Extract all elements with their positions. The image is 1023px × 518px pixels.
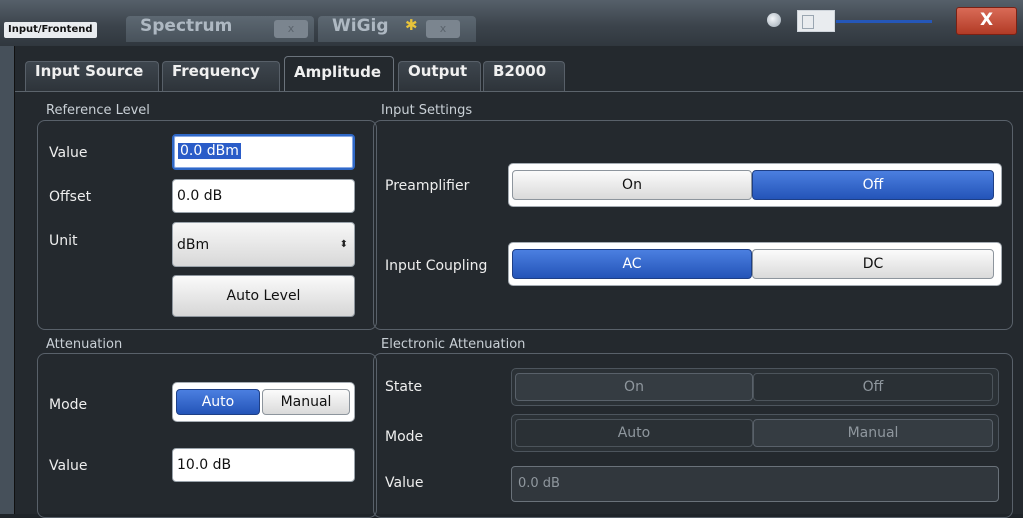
tab-divider [15, 91, 1023, 92]
preamplifier-on-option[interactable]: On [512, 170, 752, 200]
chevron-updown-icon: ⬍ [339, 239, 348, 250]
ea-state-toggle: On Off [511, 368, 999, 406]
background-strip [0, 46, 14, 514]
att-mode-label: Mode [49, 397, 88, 413]
coupling-dc-option[interactable]: DC [752, 249, 994, 279]
attenuation-group [37, 353, 377, 518]
ref-unit-value: dBm [177, 237, 210, 253]
ref-value-label: Value [49, 145, 88, 161]
ref-level-value-text: 0.0 dBm [178, 143, 241, 159]
tab-b2000[interactable]: B2000 [483, 61, 565, 92]
close-icon[interactable]: x [274, 20, 308, 38]
ref-level-offset-field[interactable]: 0.0 dB [172, 179, 355, 213]
tab-spectrum-label: Spectrum [140, 16, 233, 36]
input-settings-title: Input Settings [381, 103, 473, 118]
ea-value-field[interactable]: 0.0 dB [511, 466, 999, 502]
ref-offset-label: Offset [49, 189, 92, 205]
ea-mode-auto-option[interactable]: Auto [515, 419, 753, 447]
att-value-label: Value [49, 458, 88, 474]
attenuation-title: Attenuation [46, 337, 123, 352]
input-coupling-label: Input Coupling [385, 258, 488, 274]
preamplifier-off-option[interactable]: Off [752, 170, 994, 200]
att-mode-toggle: Auto Manual [172, 382, 355, 422]
tab-amplitude[interactable]: Amplitude [284, 56, 394, 92]
auto-level-button[interactable]: Auto Level [172, 275, 355, 317]
close-icon[interactable]: x [426, 20, 460, 38]
window-restore-icon[interactable] [797, 10, 835, 32]
ref-unit-label: Unit [49, 233, 78, 249]
indicator-icon[interactable] [767, 13, 781, 27]
tab-frequency[interactable]: Frequency [162, 61, 280, 92]
window-close-button[interactable]: X [956, 7, 1017, 35]
tab-spectrum[interactable]: Spectrum x [126, 16, 314, 42]
att-value-field[interactable]: 10.0 dB [172, 448, 355, 482]
ea-mode-manual-option[interactable]: Manual [753, 419, 993, 447]
amplitude-dialog: Input Source Frequency Amplitude Output … [14, 46, 1023, 518]
ea-state-label: State [385, 379, 423, 395]
tab-input-source[interactable]: Input Source [25, 61, 159, 92]
dialog-tab-bar: Input Source Frequency Amplitude Output … [15, 56, 1023, 92]
ref-level-value-field[interactable]: 0.0 dBm [172, 134, 355, 170]
ea-mode-toggle: Auto Manual [511, 414, 999, 452]
reference-level-title: Reference Level [46, 103, 150, 118]
preamplifier-toggle: On Off [508, 163, 1002, 207]
ea-mode-label: Mode [385, 429, 424, 445]
ref-unit-select[interactable]: dBm ⬍ [172, 222, 355, 267]
ea-state-off-option[interactable]: Off [753, 373, 993, 401]
input-coupling-toggle: AC DC [508, 242, 1002, 286]
window-titlebar: Input/Frontend Spectrum x WiGig ✱ x X [0, 0, 1023, 46]
input-frontend-tag: Input/Frontend [4, 22, 97, 38]
level-slider[interactable] [836, 20, 932, 23]
tab-output[interactable]: Output [398, 61, 481, 92]
tab-wigig[interactable]: WiGig ✱ x [318, 16, 476, 42]
att-mode-manual-option[interactable]: Manual [262, 389, 350, 415]
tab-wigig-label: WiGig [332, 16, 389, 36]
preamplifier-label: Preamplifier [385, 178, 470, 194]
coupling-ac-option[interactable]: AC [512, 249, 752, 279]
ea-state-on-option[interactable]: On [515, 373, 753, 401]
input-settings-group [373, 120, 1013, 330]
electronic-attenuation-title: Electronic Attenuation [381, 337, 526, 352]
star-icon: ✱ [405, 16, 418, 34]
ea-value-label: Value [385, 475, 424, 491]
att-mode-auto-option[interactable]: Auto [176, 389, 260, 415]
